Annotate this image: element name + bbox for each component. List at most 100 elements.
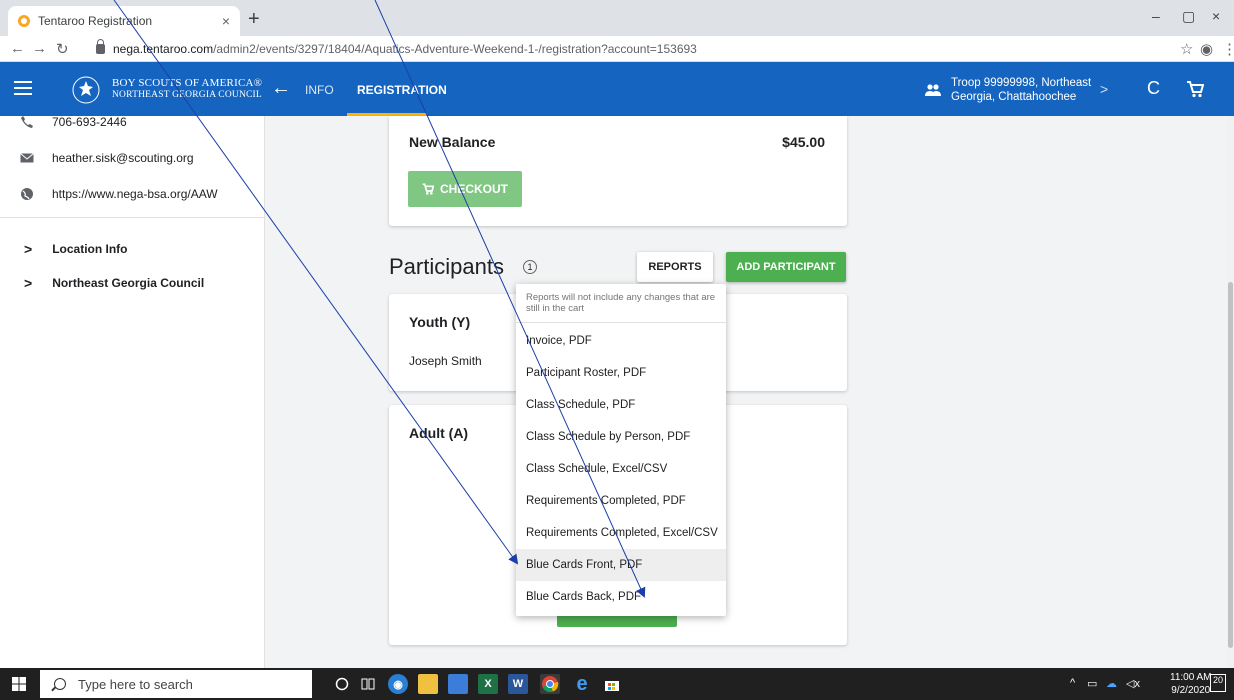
cart-icon bbox=[422, 183, 434, 195]
email-text: heather.sisk@scouting.org bbox=[52, 151, 194, 165]
network-icon[interactable]: ▭ bbox=[1087, 677, 1097, 690]
tentaroo-favicon-icon bbox=[18, 15, 30, 27]
new-balance-value: $45.00 bbox=[782, 134, 825, 150]
search-icon bbox=[54, 678, 66, 690]
menu-item-requirements-csv[interactable]: Requirements Completed, Excel/CSV bbox=[516, 517, 726, 549]
task-view-icon[interactable] bbox=[358, 674, 378, 694]
menu-item-blue-cards-back-pdf[interactable]: Blue Cards Back, PDF bbox=[516, 581, 726, 613]
url-path: /admin2/events/3297/18404/Aquatics-Adven… bbox=[213, 42, 697, 56]
notifications-icon[interactable]: 20 bbox=[1210, 674, 1226, 692]
contact-email[interactable]: heather.sisk@scouting.org bbox=[20, 151, 194, 165]
chrome-icon[interactable] bbox=[540, 674, 560, 694]
bookmark-star-icon[interactable]: ☆ bbox=[1180, 40, 1193, 58]
globe-icon bbox=[21, 188, 33, 200]
troop-name-line1: Troop 99999998, Northeast bbox=[951, 77, 1092, 89]
checkout-button[interactable]: CHECKOUT bbox=[408, 171, 522, 207]
participant-count-badge: 1 bbox=[523, 260, 537, 274]
menu-item-blue-cards-front-pdf[interactable]: Blue Cards Front, PDF bbox=[516, 549, 726, 581]
maximize-window-button[interactable]: ▢ bbox=[1182, 8, 1195, 25]
participants-title: Participants bbox=[389, 254, 504, 279]
section-council[interactable]: > Northeast Georgia Council bbox=[24, 275, 204, 291]
lock-icon bbox=[96, 39, 105, 54]
menu-item-class-schedule-csv[interactable]: Class Schedule, Excel/CSV bbox=[516, 453, 726, 485]
forward-icon[interactable]: → bbox=[32, 40, 47, 57]
url-host: nega.tentaroo.com bbox=[113, 42, 214, 56]
menu-item-requirements-pdf[interactable]: Requirements Completed, PDF bbox=[516, 485, 726, 517]
taskbar-search-placeholder: Type here to search bbox=[78, 676, 193, 692]
troop-name-line2: Georgia, Chattahoochee bbox=[951, 91, 1077, 103]
new-tab-button[interactable]: + bbox=[248, 8, 260, 31]
windows-start-icon[interactable] bbox=[12, 677, 26, 691]
back-icon[interactable]: ← bbox=[10, 40, 25, 57]
cortana-icon[interactable] bbox=[332, 674, 352, 694]
group-icon bbox=[925, 84, 941, 96]
system-clock[interactable]: 11:00 AM 9/2/2020 bbox=[1170, 671, 1212, 697]
page-scrollbar-thumb[interactable] bbox=[1228, 282, 1233, 648]
refresh-icon[interactable]: C bbox=[1147, 78, 1160, 99]
tray-chevron-icon[interactable]: ^ bbox=[1070, 677, 1075, 689]
back-arrow-icon[interactable]: ← bbox=[271, 77, 291, 100]
browser-menu-icon[interactable]: ⋮ bbox=[1222, 40, 1234, 58]
profile-icon[interactable]: ◉ bbox=[1200, 40, 1213, 58]
section-label: Northeast Georgia Council bbox=[52, 276, 205, 290]
new-balance-label: New Balance bbox=[409, 134, 496, 150]
adult-title: Adult (A) bbox=[409, 425, 469, 441]
cart-icon[interactable] bbox=[1186, 80, 1204, 98]
menu-item-participant-roster-pdf[interactable]: Participant Roster, PDF bbox=[516, 357, 726, 389]
volume-icon[interactable]: ◁x bbox=[1126, 677, 1140, 690]
edge-icon[interactable]: e bbox=[572, 673, 592, 695]
phone-text: 706-693-2446 bbox=[52, 115, 127, 129]
clock-date: 9/2/2020 bbox=[1171, 685, 1211, 696]
store-icon[interactable] bbox=[602, 674, 622, 694]
tab-registration[interactable]: REGISTRATION bbox=[357, 83, 447, 97]
url-field[interactable]: nega.tentaroo.com/admin2/events/3297/184… bbox=[96, 38, 1176, 60]
mail-app-icon[interactable] bbox=[448, 674, 468, 694]
file-explorer-icon[interactable] bbox=[418, 674, 438, 694]
balance-card: New Balance $45.00 CHECKOUT bbox=[389, 116, 847, 226]
reports-button[interactable]: REPORTS bbox=[637, 252, 713, 282]
org-name-line1: BOY SCOUTS OF AMERICA® bbox=[112, 77, 263, 89]
excel-icon[interactable]: X bbox=[478, 674, 498, 694]
menu-item-class-schedule-by-person-pdf[interactable]: Class Schedule by Person, PDF bbox=[516, 421, 726, 453]
reload-icon[interactable]: ↻ bbox=[56, 40, 69, 58]
contact-phone: 706-693-2446 bbox=[20, 115, 127, 129]
safari-compass-icon[interactable]: ◉ bbox=[388, 674, 408, 694]
browser-tab-title: Tentaroo Registration bbox=[38, 14, 153, 28]
reports-note: Reports will not include any changes tha… bbox=[526, 292, 716, 314]
taskbar-search-box[interactable]: Type here to search bbox=[40, 670, 312, 698]
onedrive-icon[interactable]: ☁ bbox=[1106, 677, 1117, 690]
phone-icon bbox=[21, 116, 33, 128]
menu-item-class-schedule-pdf[interactable]: Class Schedule, PDF bbox=[516, 389, 726, 421]
bsa-logo-icon bbox=[72, 76, 100, 104]
word-icon[interactable]: W bbox=[508, 674, 528, 694]
checkout-label: CHECKOUT bbox=[440, 182, 508, 196]
browser-tab-strip: Tentaroo Registration × + – ▢ × bbox=[0, 0, 1234, 36]
youth-title: Youth (Y) bbox=[409, 314, 471, 330]
hamburger-menu-icon[interactable] bbox=[14, 81, 32, 95]
minimize-window-button[interactable]: – bbox=[1152, 8, 1160, 24]
close-window-button[interactable]: × bbox=[1212, 8, 1220, 24]
reports-dropdown-menu: Reports will not include any changes tha… bbox=[516, 284, 726, 616]
event-info-sidebar: 706-693-2446 heather.sisk@scouting.org h… bbox=[0, 115, 265, 668]
org-name-line2: NORTHEAST GEORGIA COUNCIL bbox=[112, 90, 262, 100]
participant-name[interactable]: Joseph Smith bbox=[409, 354, 482, 368]
browser-address-bar: ← → ↻ nega.tentaroo.com/admin2/events/32… bbox=[0, 36, 1234, 62]
add-participant-button[interactable]: ADD PARTICIPANT bbox=[726, 252, 846, 282]
menu-divider bbox=[516, 322, 726, 323]
tab-info[interactable]: INFO bbox=[305, 83, 334, 97]
website-text: https://www.nega-bsa.org/AAW bbox=[52, 187, 218, 201]
sidebar-divider bbox=[0, 217, 265, 218]
contact-website[interactable]: https://www.nega-bsa.org/AAW bbox=[20, 187, 218, 201]
section-label: Location Info bbox=[52, 242, 128, 256]
troop-selector[interactable]: Troop 99999998, Northeast Georgia, Chatt… bbox=[951, 76, 1091, 104]
section-location-info[interactable]: > Location Info bbox=[24, 241, 128, 257]
chevron-right-icon: > bbox=[24, 275, 33, 291]
windows-taskbar: Type here to search ◉ X W e ^ ▭ ☁ ◁x 11:… bbox=[0, 668, 1234, 700]
org-name: BOY SCOUTS OF AMERICA® NORTHEAST GEORGIA… bbox=[112, 77, 262, 101]
chevron-right-icon: > bbox=[24, 241, 33, 257]
close-tab-icon[interactable]: × bbox=[222, 13, 230, 29]
app-toolbar: BOY SCOUTS OF AMERICA® NORTHEAST GEORGIA… bbox=[0, 62, 1234, 116]
browser-tab[interactable]: Tentaroo Registration × bbox=[8, 6, 240, 36]
menu-item-invoice-pdf[interactable]: Invoice, PDF bbox=[516, 325, 726, 357]
clock-time: 11:00 AM bbox=[1170, 672, 1212, 683]
